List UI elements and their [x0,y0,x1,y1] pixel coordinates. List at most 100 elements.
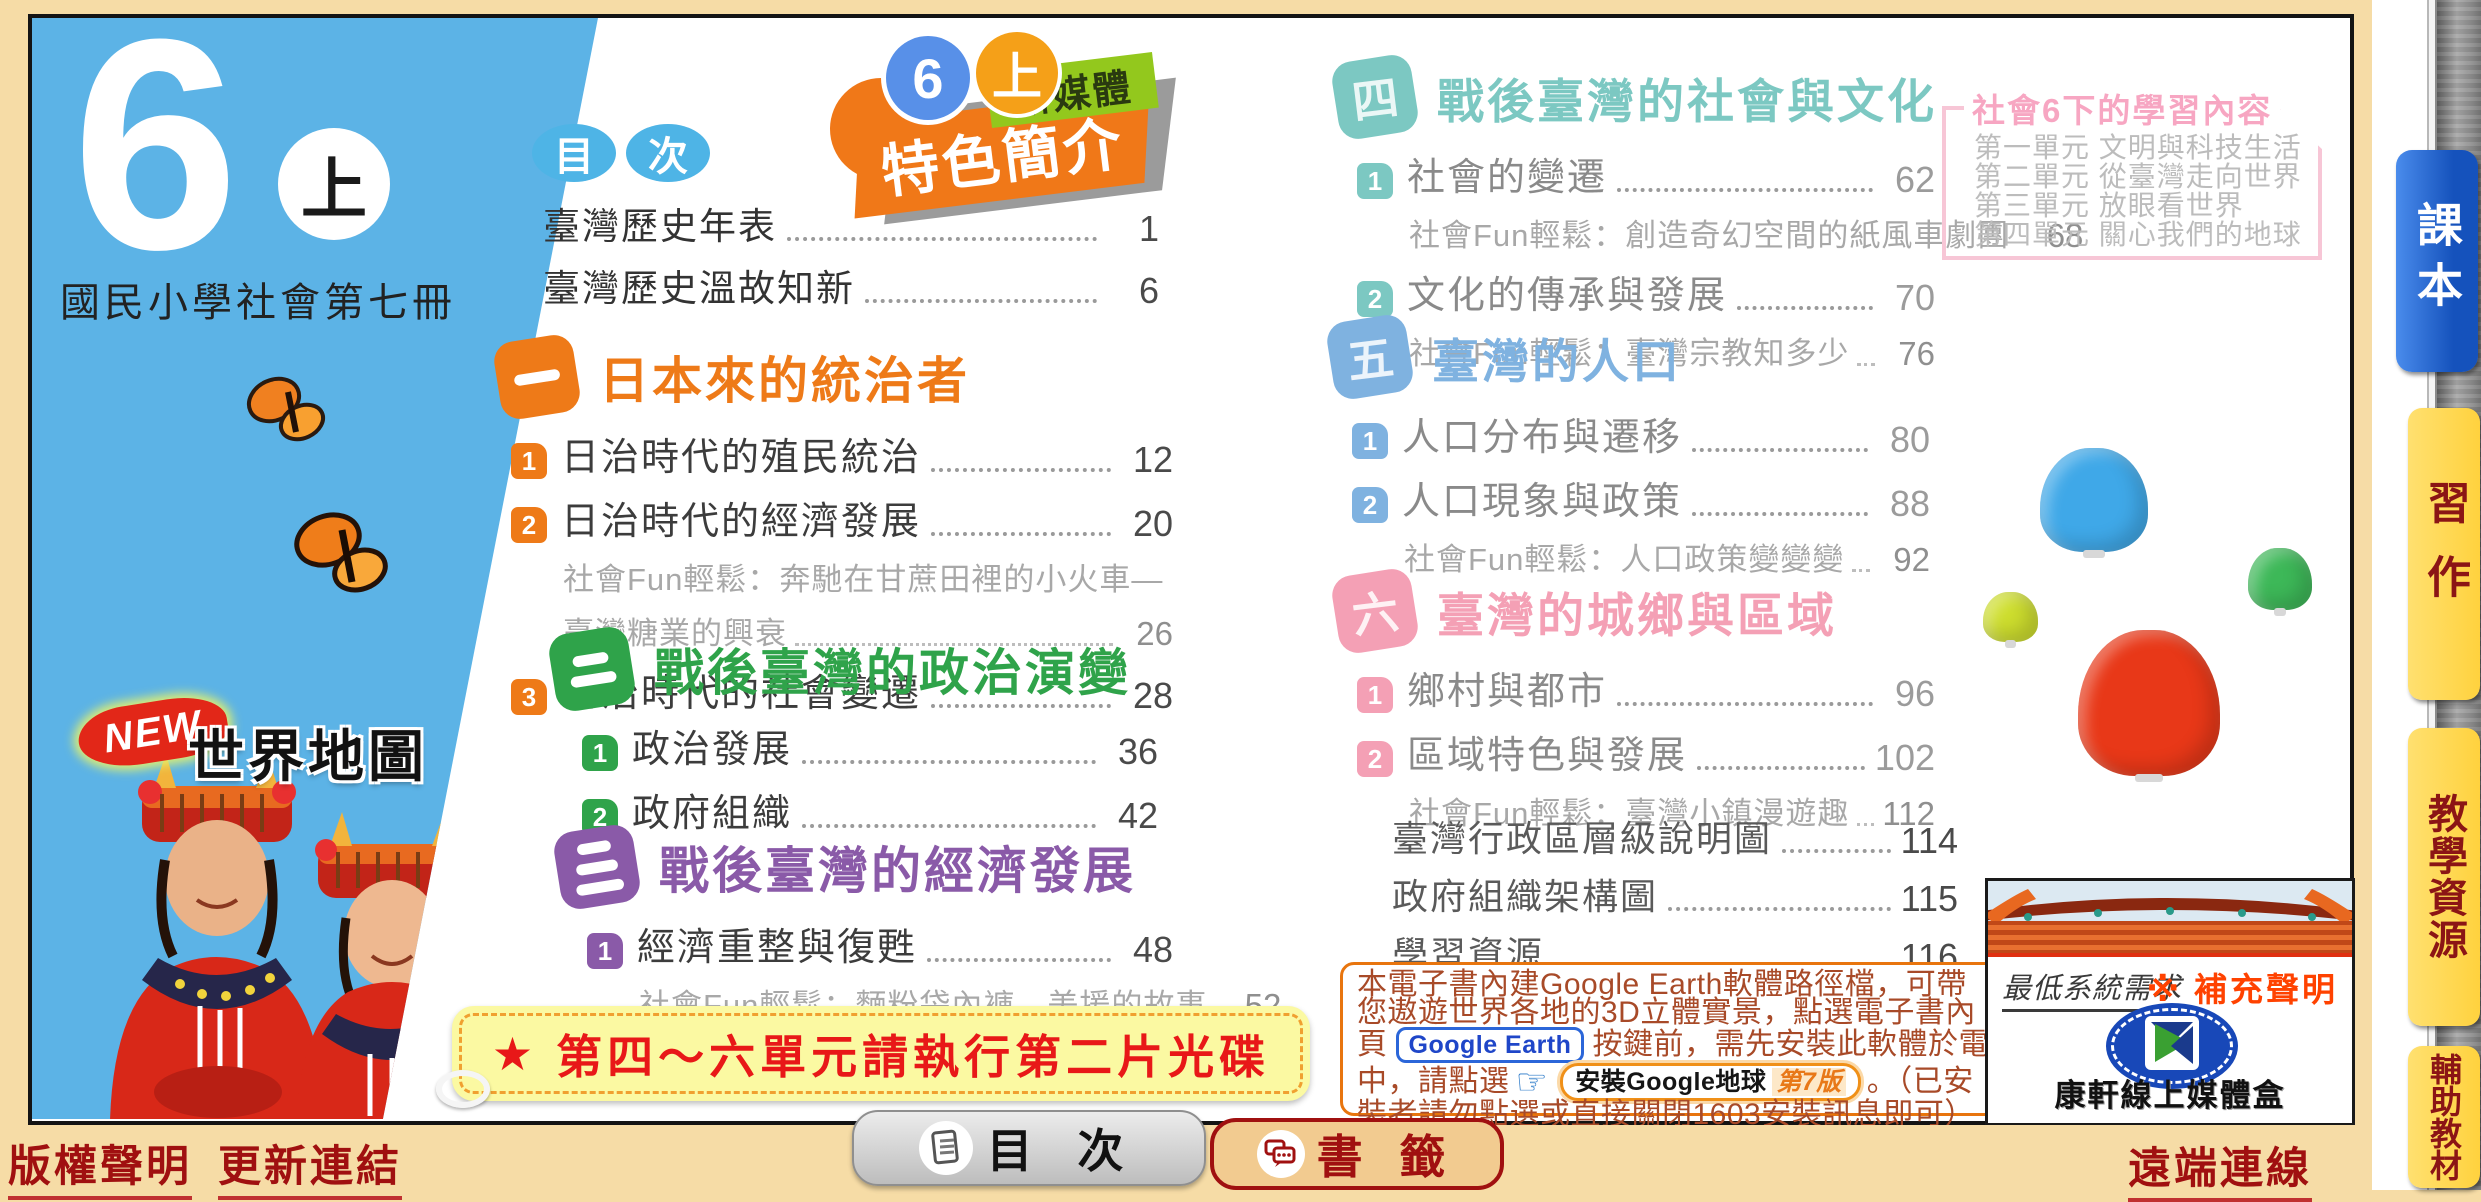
toc-entry-page: 6 [1107,270,1159,312]
toc-entry[interactable]: 政府組織架構圖115 [1392,868,1958,920]
unit-1-icon [491,332,582,422]
toc-entry[interactable]: 臺灣歷史年表 1 [543,196,1159,250]
unit-3-title: 戰後臺灣的經濟發展 [659,831,1136,903]
toc-entry[interactable]: 1鄉村與都市96 [1357,660,1935,715]
unit-4-header[interactable]: 四 戰後臺灣的社會與文化 [1335,58,1935,136]
unit-6-header[interactable]: 六 臺灣的城鄉與區域 [1335,572,1935,650]
toc-entry[interactable]: 2日治時代的經濟發展20 [511,490,1173,545]
side-tab-textbook[interactable]: 課本 [2396,150,2478,372]
unit-2-header[interactable]: 戰後臺灣的政治演變 [552,630,1158,708]
toc-entry-page: 36 [1106,731,1158,773]
install-google-earth-button[interactable]: 安裝Google地球 第7版 [1560,1063,1861,1101]
next-volume-box: 社會6下的學習內容 第一單元 文明與科技生活 第二單元 從臺灣走向世界 第三單元… [1942,106,2322,260]
unit-3-header[interactable]: 戰後臺灣的經濟發展 [557,828,1173,906]
bookmark-label: 書 籤 [1317,1121,1458,1187]
toc-entry-label: 臺灣歷史年表 [543,196,777,250]
toc-entry-page: 70 [1883,277,1935,319]
toc-entry[interactable]: 臺灣歷史溫故知新 6 [543,258,1159,312]
dotted-leader [931,468,1111,472]
star-icon: ★ [492,1027,538,1081]
toc-entry[interactable]: 2區域特色與發展102 [1357,724,1935,779]
toc-nav-button[interactable]: 目 次 [852,1110,1206,1186]
toc-entry[interactable]: 1日治時代的殖民統治12 [511,426,1173,481]
next-volume-item: 第四單元 關心我們的地球 [1974,221,2302,249]
unit-4-title: 戰後臺灣的社會與文化 [1437,63,1937,132]
toc-entry[interactable]: 1經濟重整與復甦48 [587,916,1173,971]
toc-entry[interactable]: 2 文化的傳承與發展 70 [1357,264,1935,319]
bookmark-button[interactable]: 書 籤 [1210,1118,1504,1190]
toc-title-char: 目 [532,124,616,182]
semester-label: 上 [301,136,367,232]
unit-section-2: 戰後臺灣的政治演變 1政治發展36 2政府組織42 [552,630,1158,837]
toc-entry-label: 鄉村與都市 [1407,660,1607,715]
bookmark-bubble-icon [1257,1130,1305,1178]
toc-entry[interactable]: 1社會的變遷62 [1357,146,1935,201]
sky-lantern-yellow [1983,592,2038,642]
toc-title: 目 次 [532,124,710,182]
toc-doc-icon [919,1121,973,1175]
side-tab-auxiliary-materials[interactable]: 輔助教材 [2408,1046,2480,1188]
toc-entry[interactable]: 2 人口現象與政策 88 [1352,470,1930,525]
toc-entry-page: 88 [1878,483,1930,525]
toc-entry-page: 62 [1883,159,1935,201]
toc-entry-label: 日治時代的經濟發展 [561,490,921,545]
toc-sub-entry[interactable]: 社會Fun輕鬆：創造奇幻空間的紙風車劇團68 [1409,210,1935,255]
sky-lantern-blue [2040,448,2148,552]
unit-section-6: 六 臺灣的城鄉與區域 1鄉村與都市96 2區域特色與發展102 社會Fun輕鬆：… [1335,572,1935,833]
sky-lantern-red [2078,630,2220,776]
badge-grade-circle: 6 [886,36,970,120]
butterfly-icon [290,506,400,606]
dotted-leader [1692,448,1868,452]
toc-entry-page: 20 [1121,503,1173,545]
toc-entry[interactable]: 1政治發展36 [582,718,1158,773]
google-earth-button[interactable]: Google Earth [1396,1027,1585,1063]
dotted-leader [1668,907,1891,911]
item-number: 2 [1352,487,1388,523]
toc-entry-label: 政治發展 [632,718,792,773]
toc-entry-page: 96 [1883,673,1935,715]
toc-sub-entry[interactable]: 社會Fun輕鬆：奔馳在甘蔗田裡的小火車— [563,554,1173,599]
item-number: 1 [587,933,623,969]
dotted-leader [1737,306,1873,310]
unit-2-icon [546,624,637,714]
unit-4-icon: 四 [1329,52,1420,142]
next-volume-item: 第一單元 文明與科技生活 [1974,134,2302,162]
next-volume-item: 第三單元 放眼看世界 [1974,192,2302,220]
toc-sub-label: 社會Fun輕鬆：創造奇幻空間的紙風車劇團 [1409,210,2009,255]
side-tab-teaching-resources[interactable]: 教學資源 [2408,728,2480,1026]
remote-connection-link[interactable]: 遠端連線 [2128,1134,2312,1202]
dotted-leader [1617,188,1873,192]
unit-1-title: 日本來的統治者 [599,341,970,413]
unit-6-title: 臺灣的城鄉與區域 [1437,577,1837,646]
item-number: 1 [1352,423,1388,459]
toc-entry[interactable]: 1人口分布與遷移80 [1352,406,1930,461]
semester-badge: 上 [278,128,390,240]
side-tab-workbook[interactable]: 習作 [2408,408,2480,700]
toc-entry-page: 48 [1121,929,1173,971]
ge-note-line: 您遨遊世界各地的3D立體實景，點選電子書內 [1357,999,1985,1027]
item-number: 2 [1357,281,1393,317]
ge-note-line: 中，請點選 ☞ 安裝Google地球 第7版 。（已安 [1357,1063,1985,1101]
temple-photo [1988,881,2352,957]
unit-5-icon: 五 [1324,312,1415,402]
google-earth-note: 本電子書內建Google Earth軟體路徑檔，可帶 您遨遊世界各地的3D立體實… [1340,962,2002,1116]
unit-5-header[interactable]: 五 臺灣的人口 [1330,318,1930,396]
ge-note-line: 本電子書內建Google Earth軟體路徑檔，可帶 [1357,971,1985,999]
info-panel: 最低系統需求 ※ 補充聲明 康軒線上媒體盒 [1985,878,2355,1126]
toc-entry[interactable]: 臺灣行政區層級說明圖114 [1392,810,1958,862]
next-volume-title: 社會6下的學習內容 [1964,84,2280,132]
feature-intro-badge[interactable]: 特色簡介 新媒體 6 上 [830,32,1170,212]
unit-5-title: 臺灣的人口 [1432,323,1682,392]
unit-section-5: 五 臺灣的人口 1人口分布與遷移80 2人口現象與政策88 社會Fun輕鬆：人口… [1330,318,1930,579]
ebook-viewer: { "cover": { "grade": "6", "semester": "… [0,0,2481,1190]
item-number: 2 [1357,741,1393,777]
unit-6-icon: 六 [1329,566,1420,656]
badge-semester-circle: 上 [976,32,1058,114]
toc-entry-label: 文化的傳承與發展 [1407,264,1727,319]
unit-1-header[interactable]: 日本來的統治者 [497,338,1173,416]
toc-title-char: 次 [626,124,710,182]
grade-number: 6 [72,0,239,294]
toc-entry-page: 80 [1878,419,1930,461]
sky-lantern-green [2248,548,2312,610]
toc-entry-label: 人口現象與政策 [1402,470,1682,525]
